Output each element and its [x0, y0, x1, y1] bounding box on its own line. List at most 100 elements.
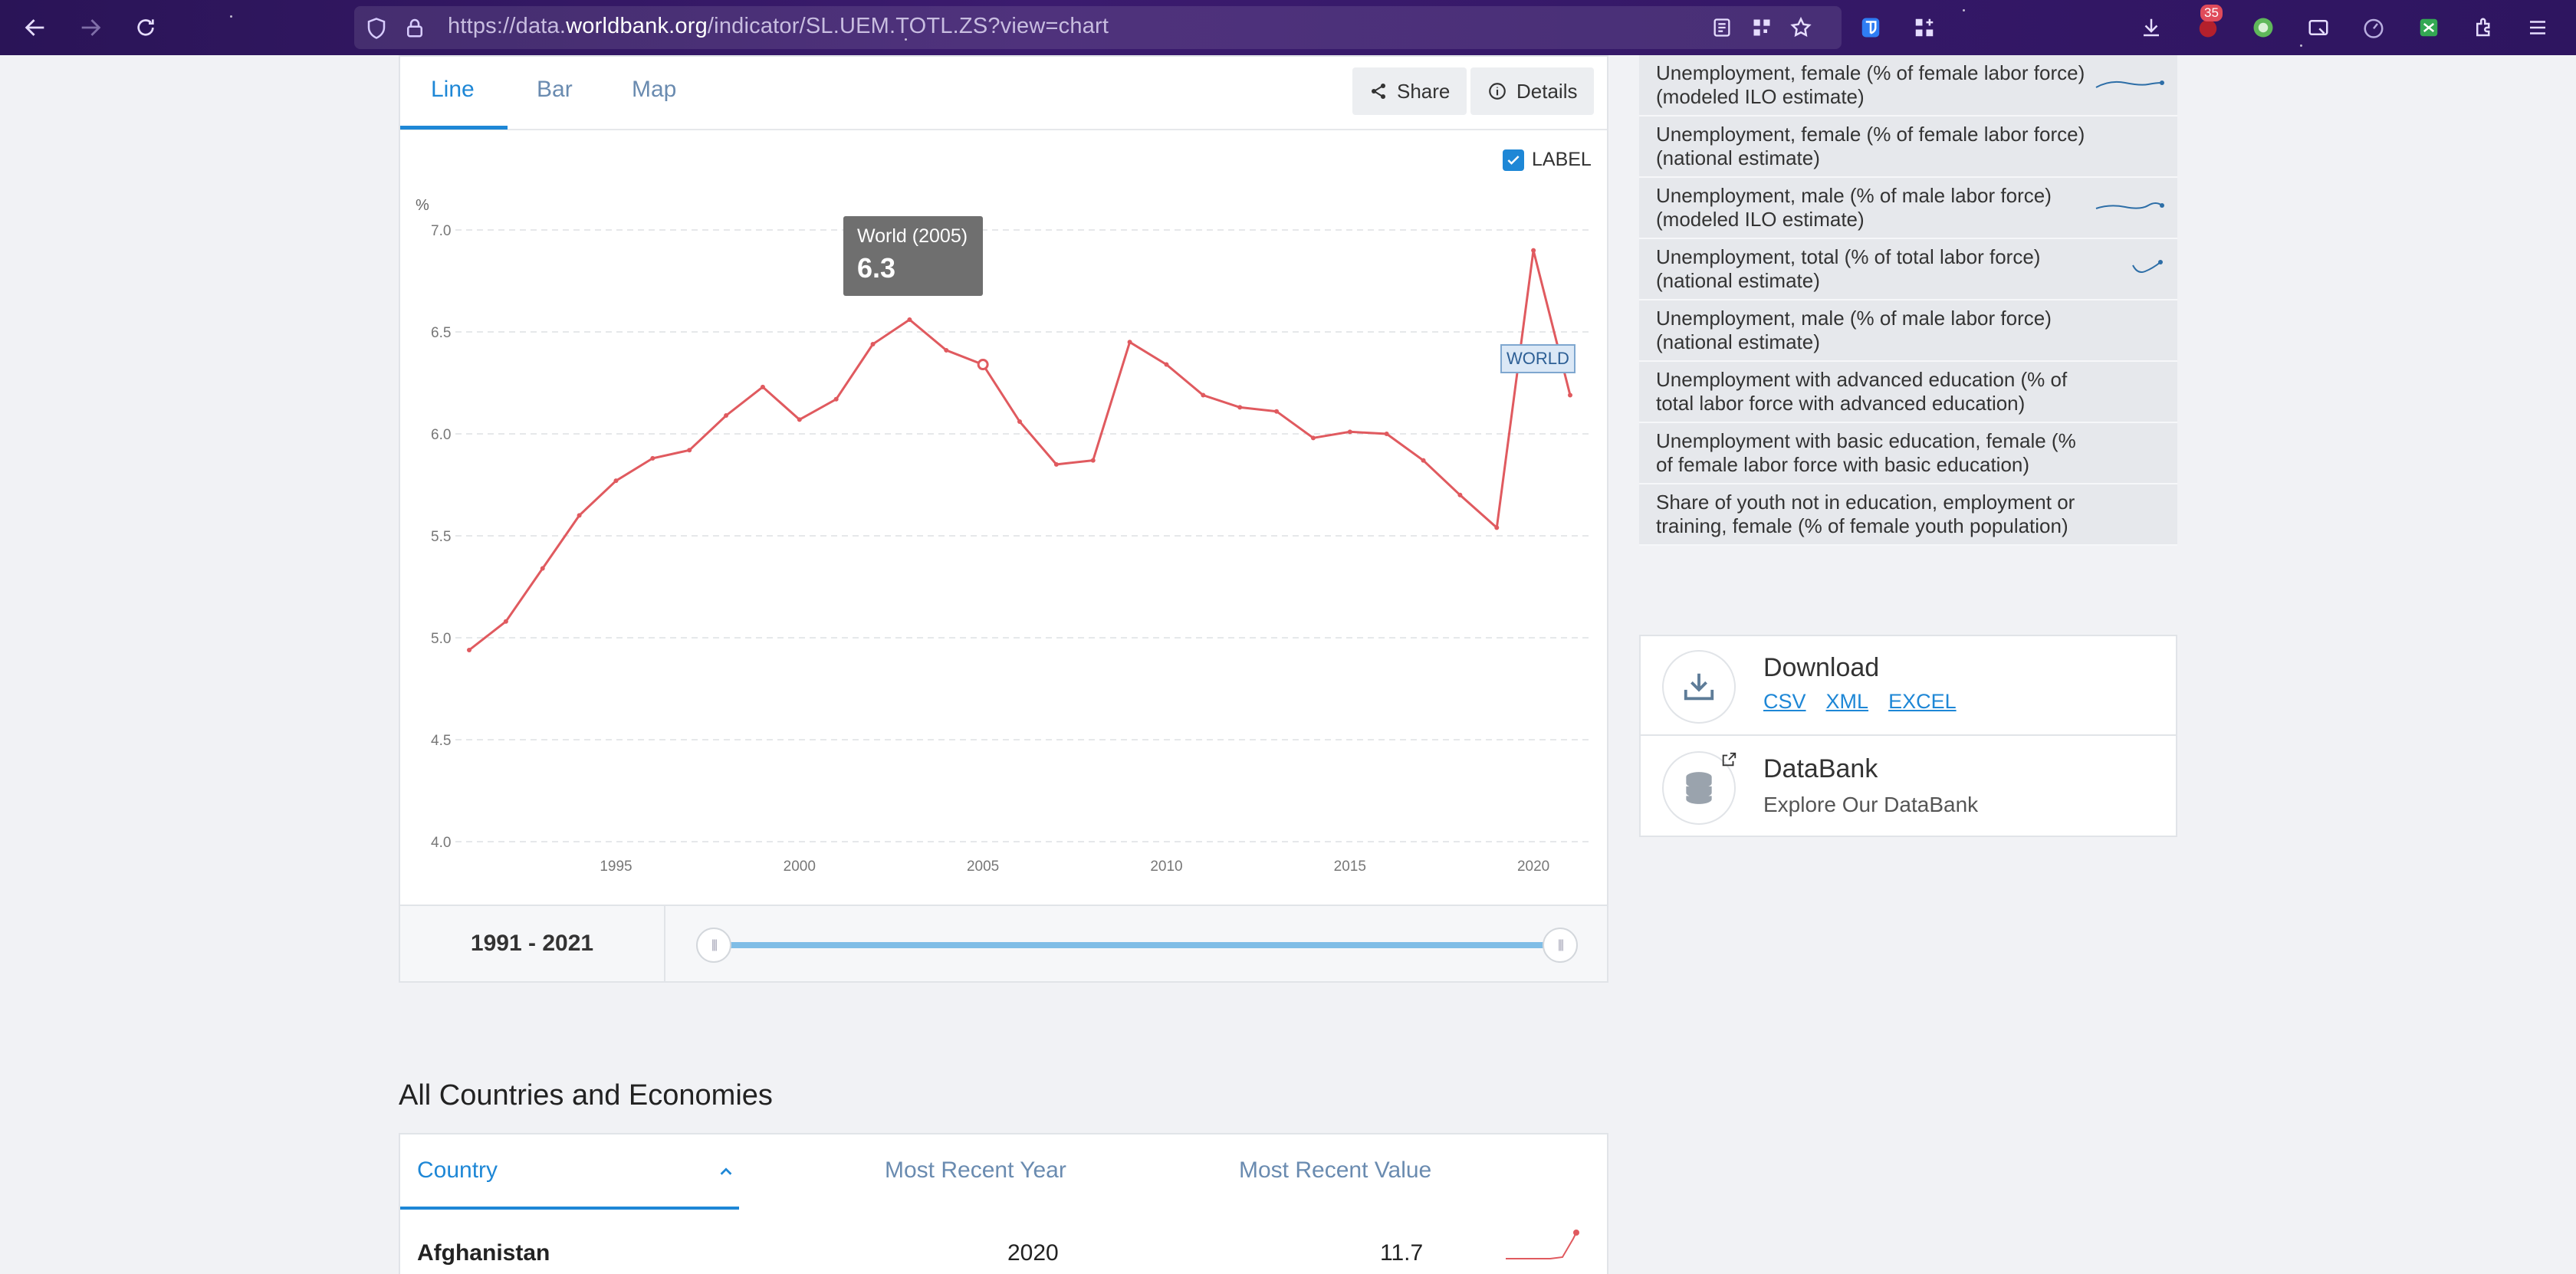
data-point: [1127, 340, 1132, 345]
sparkline: [1506, 1230, 1579, 1259]
related-indicator-item[interactable]: Unemployment with basic education, femal…: [1639, 423, 2177, 484]
reader-view-icon: [1714, 18, 1730, 37]
download-excel-link[interactable]: EXCEL: [1888, 690, 1957, 714]
x-tick-label: 2015: [1334, 859, 1366, 875]
sparkline: [2132, 260, 2163, 273]
download-row: Download CSV XML EXCEL: [1641, 636, 2176, 736]
databank-row[interactable]: DataBank Explore Our DataBank: [1641, 737, 2176, 837]
data-point: [1568, 392, 1572, 398]
range-track[interactable]: [713, 942, 1562, 948]
data-point: [1017, 419, 1022, 425]
label-toggle-text: LABEL: [1532, 149, 1592, 170]
data-point: [797, 417, 802, 422]
forward-button[interactable]: [74, 11, 107, 44]
checkbox-checked-icon[interactable]: [1503, 149, 1524, 171]
chart-tabs: Line Bar Map Share Details: [400, 57, 1607, 130]
sheets-extension-icon[interactable]: [2413, 12, 2444, 43]
download-title: Download: [1763, 653, 1880, 682]
related-indicator-item[interactable]: Share of youth not in education, employm…: [1639, 484, 2177, 546]
related-indicator-item[interactable]: Unemployment, male (% of male labor forc…: [1639, 300, 2177, 362]
lock-icon: [407, 18, 422, 38]
countries-section-title: All Countries and Economies: [399, 1079, 773, 1111]
data-point: [1347, 429, 1352, 435]
related-indicator-label: Unemployment, female (% of female labor …: [1656, 61, 2085, 108]
related-indicators-list: Unemployment, female (% of female labor …: [1639, 55, 2177, 546]
details-button[interactable]: Details: [1470, 67, 1595, 115]
related-indicator-item[interactable]: Unemployment, male (% of male labor forc…: [1639, 178, 2177, 239]
data-point: [687, 448, 692, 453]
share-icon: [1372, 84, 1385, 99]
apps-grid-icon[interactable]: [1909, 12, 1940, 43]
download-links: CSV XML EXCEL: [1763, 690, 1957, 714]
download-icon[interactable]: [2136, 12, 2167, 43]
share-button[interactable]: Share: [1352, 67, 1467, 115]
data-point: [1237, 405, 1243, 410]
databank-title[interactable]: DataBank: [1763, 754, 1878, 784]
qr-code-icon: [1753, 19, 1770, 36]
download-xml-link[interactable]: XML: [1826, 690, 1869, 714]
data-point: [833, 396, 839, 402]
column-header-year[interactable]: Most Recent Year: [885, 1157, 1066, 1184]
column-header-value[interactable]: Most Recent Value: [1239, 1157, 1431, 1184]
range-end-handle[interactable]: |||: [1543, 928, 1578, 963]
arrow-left-icon: [25, 19, 44, 36]
gauge-icon[interactable]: [2358, 12, 2389, 43]
data-point: [577, 513, 582, 518]
data-point: [977, 359, 989, 371]
data-point: [907, 317, 912, 323]
bookmark-star-icon: [1790, 16, 1812, 38]
active-tab-indicator: [400, 126, 508, 130]
related-indicator-item[interactable]: Unemployment, female (% of female labor …: [1639, 117, 2177, 178]
y-tick-label: 6.0: [431, 427, 451, 443]
data-point: [1274, 409, 1280, 414]
related-indicator-label: Unemployment, male (% of male labor forc…: [1656, 307, 2052, 353]
data-point: [1090, 458, 1096, 463]
data-point: [1164, 362, 1169, 367]
column-header-country[interactable]: Country: [417, 1157, 498, 1184]
data-point: [1384, 432, 1389, 436]
tab-bar[interactable]: Bar: [537, 77, 573, 103]
related-indicator-item[interactable]: Unemployment with advanced education (% …: [1639, 362, 2177, 423]
sparkline: [2095, 80, 2164, 88]
download-csv-link[interactable]: CSV: [1763, 690, 1806, 714]
bitwarden-extension-icon[interactable]: [1855, 12, 1886, 43]
tab-map[interactable]: Map: [632, 77, 676, 103]
reload-button[interactable]: [129, 11, 163, 44]
details-label: Details: [1516, 79, 1578, 103]
data-point: [540, 566, 545, 571]
info-icon: [1489, 83, 1506, 100]
extensions-puzzle-icon[interactable]: [2469, 12, 2499, 43]
data-point: [467, 647, 472, 652]
screenshot-icon[interactable]: [2303, 12, 2334, 43]
countries-table: Country Most Recent Year Most Recent Val…: [399, 1133, 1608, 1274]
label-toggle[interactable]: LABEL: [1503, 149, 1592, 171]
download-panel: Download CSV XML EXCEL DataBank Explore …: [1639, 635, 2177, 837]
related-indicator-item[interactable]: Unemployment, female (% of female labor …: [1639, 55, 2177, 117]
menu-icon[interactable]: [2522, 12, 2553, 43]
browser-toolbar: https://data.worldbank.org/indicator/SL.…: [0, 0, 2576, 55]
year-range-slider: 1991 - 2021 ||| |||: [399, 905, 1608, 983]
data-point: [1421, 458, 1426, 463]
data-point: [870, 341, 876, 346]
background-star: [2300, 44, 2302, 47]
data-point: [1531, 248, 1536, 253]
tooltip-value: 6.3: [857, 252, 896, 284]
related-indicator-label: Share of youth not in education, employm…: [1656, 491, 2075, 537]
back-button[interactable]: [18, 11, 52, 44]
data-point: [503, 619, 508, 624]
series-label-world[interactable]: WORLD: [1500, 344, 1576, 373]
databank-subtitle: Explore Our DataBank: [1763, 793, 1979, 816]
external-link-icon: [1722, 752, 1737, 767]
globe-extension-icon[interactable]: [2248, 12, 2279, 43]
cell-country[interactable]: Afghanistan: [417, 1240, 550, 1266]
related-indicator-item[interactable]: Unemployment, total (% of total labor fo…: [1639, 239, 2177, 300]
url-text[interactable]: https://data.worldbank.org/indicator/SL.…: [448, 14, 1109, 39]
y-tick-label: 4.5: [431, 733, 451, 749]
data-point: [1053, 461, 1059, 467]
range-start-handle[interactable]: |||: [696, 928, 731, 963]
shield-icon: [367, 18, 386, 39]
chevron-up-icon[interactable]: [718, 1164, 734, 1180]
tab-line[interactable]: Line: [431, 77, 475, 103]
x-tick-label: 2000: [784, 859, 816, 875]
x-tick-label: 2020: [1517, 859, 1549, 875]
